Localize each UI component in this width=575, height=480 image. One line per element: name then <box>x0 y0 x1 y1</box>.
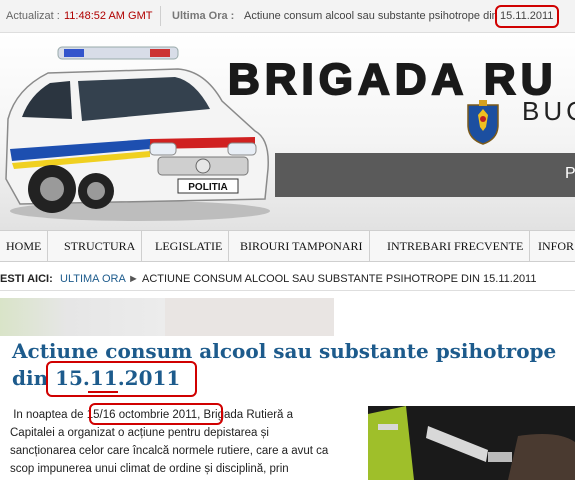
article-banner-image <box>0 298 334 336</box>
header-band: P <box>275 153 575 197</box>
title-date-highlight-box <box>46 361 197 397</box>
top-bar: Actualizat : 11:48:52 AM GMT Ultima Ora … <box>0 0 575 33</box>
nav-item-intrebari-frecvente[interactable]: INTREBARI FRECVENTE <box>381 231 531 261</box>
updated-time: 11:48:52 AM GMT <box>64 10 153 22</box>
article-title-line1: Actiune consum alcool sau substante psih… <box>12 339 557 363</box>
nav-item-birouri-tamponari[interactable]: BIROURI TAMPONARI <box>234 231 370 261</box>
date-highlight-box <box>495 5 559 28</box>
nav-item-home[interactable]: HOME <box>0 231 49 261</box>
car-plate-text: POLITIA <box>188 182 227 193</box>
main-nav: HOME STRUCTURA LEGISLATIE BIROURI TAMPON… <box>0 230 575 262</box>
site-brand-subtitle: BUC <box>522 96 575 126</box>
site-header: P BRIGADA RU BUC POLITIA <box>0 33 575 230</box>
title-date-underline <box>88 391 118 393</box>
article-body-text-1a: In noaptea de <box>13 409 87 421</box>
topbar-divider <box>160 6 161 26</box>
article-body-line2: Capitalei a organizat o acțiune pentru d… <box>10 427 269 439</box>
breadcrumb-arrow-icon: ► <box>128 273 139 285</box>
body-date-highlight-box <box>89 403 223 425</box>
divider <box>0 290 575 291</box>
breadcrumb-link-ultima-ora[interactable]: ULTIMA ORA <box>60 273 126 285</box>
nav-item-legislatie[interactable]: LEGISLATIE <box>149 231 230 261</box>
nav-item-structura[interactable]: STRUCTURA <box>58 231 143 261</box>
coat-of-arms-icon <box>467 100 499 145</box>
article-body-line4: scop impunerea unui climat de ordine și … <box>10 463 289 475</box>
breadcrumb-label: ESTI AICI: <box>0 273 53 285</box>
article-photo <box>368 406 575 480</box>
breadcrumb-current: ACTIUNE CONSUM ALCOOL SAU SUBSTANTE PSIH… <box>142 273 537 285</box>
article-body-line3: sancționarea celor care încalcă normele … <box>10 445 329 457</box>
breaking-news-link[interactable]: Actiune consum alcool sau substante psih… <box>244 10 498 22</box>
header-band-letter: P <box>565 165 575 182</box>
police-car-icon: POLITIA <box>5 46 270 221</box>
site-brand-title[interactable]: BRIGADA RU <box>227 54 557 105</box>
updated-label: Actualizat : <box>6 10 60 22</box>
breadcrumb: ESTI AICI: ULTIMA ORA ► ACTIUNE CONSUM A… <box>0 268 575 288</box>
breaking-label: Ultima Ora : <box>172 10 235 22</box>
banner-segment <box>165 298 334 336</box>
nav-item-informatii[interactable]: INFOR <box>532 231 575 261</box>
